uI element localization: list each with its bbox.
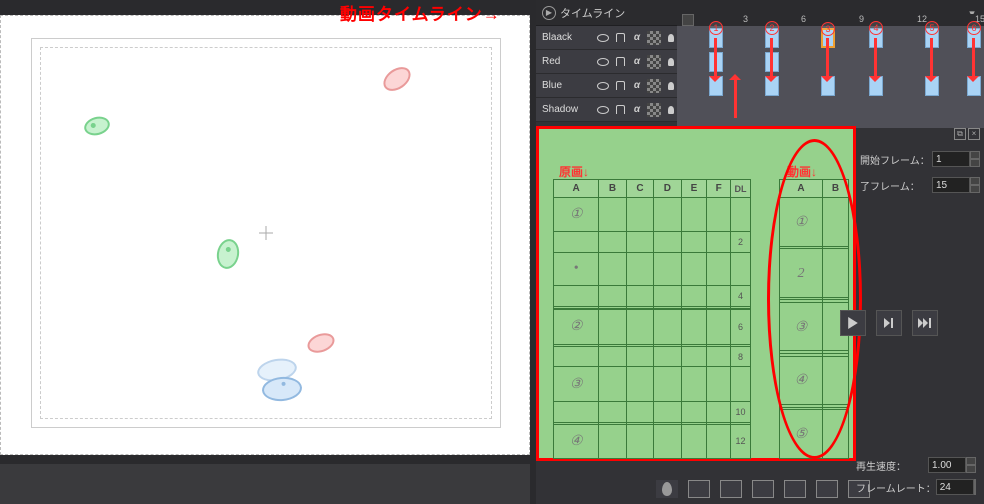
visibility-icon[interactable] xyxy=(596,79,610,93)
play-button[interactable] xyxy=(840,310,866,336)
visibility-icon[interactable] xyxy=(596,31,610,45)
checker-icon[interactable] xyxy=(647,55,661,69)
bottom-toolbar xyxy=(656,480,870,498)
annotation-ellipse xyxy=(767,139,862,459)
xsheet-header: D xyxy=(654,180,681,198)
timeline-tracks[interactable]: 1 2 3 4 5 6 xyxy=(677,26,984,128)
lightbulb-icon[interactable] xyxy=(664,79,678,93)
frame-rate-input[interactable] xyxy=(936,479,974,495)
visibility-icon[interactable] xyxy=(596,103,610,117)
key-number-badge: 2 xyxy=(765,21,779,35)
spinner-control[interactable] xyxy=(970,151,980,167)
checker-icon[interactable] xyxy=(647,31,661,45)
xsheet-cell: ① xyxy=(570,207,583,222)
toolbar-icon[interactable] xyxy=(816,480,838,498)
spinner-control[interactable] xyxy=(970,177,980,193)
right-panel: ▶ タイムライン ▾ 0 3 6 9 12 15 Blaack α ▯ Red … xyxy=(536,0,984,504)
layer-name: Shadow xyxy=(536,104,592,115)
canvas-center-crosshair xyxy=(259,226,273,240)
ruler-tick: 3 xyxy=(743,14,748,24)
spinner-control[interactable] xyxy=(966,457,976,473)
xsheet-cell: • xyxy=(574,261,579,276)
xsheet-frame-num: 12 xyxy=(731,424,751,458)
checker-icon[interactable] xyxy=(647,103,661,117)
play-speed-input[interactable] xyxy=(928,457,966,473)
onion-skin-icon[interactable] xyxy=(656,480,678,498)
alpha-icon[interactable]: α xyxy=(630,55,644,69)
xsheet-header: DL xyxy=(731,180,751,198)
close-icon[interactable]: × xyxy=(968,128,980,140)
ruler-tick: 12 xyxy=(917,14,927,24)
alpha-icon[interactable]: α xyxy=(630,31,644,45)
key-number-badge: 3 xyxy=(821,22,835,36)
layer-name: Blaack xyxy=(536,32,592,43)
timeline-icon: ▶ xyxy=(542,6,556,20)
start-frame-input[interactable] xyxy=(932,151,970,167)
xsheet-header: B xyxy=(599,180,626,198)
toolbar-icon[interactable] xyxy=(752,480,774,498)
xsheet-cell: ② xyxy=(570,319,583,334)
dock-icon[interactable]: ⧉ xyxy=(954,128,966,140)
frame-marker-start[interactable] xyxy=(682,14,694,26)
layer-name: Blue xyxy=(536,80,592,91)
xsheet-header: F xyxy=(707,180,731,198)
canvas-safe-frame xyxy=(31,38,501,428)
timeline-title: タイムライン xyxy=(560,5,625,21)
start-frame-label: 開始フレーム： xyxy=(860,152,932,167)
lightbulb-icon[interactable] xyxy=(664,31,678,45)
key-number-badge: 4 xyxy=(869,21,883,35)
xsheet-frame-num: 6 xyxy=(731,309,751,344)
key-number-badge: 1 xyxy=(709,21,723,35)
playback-controls xyxy=(840,310,938,336)
xsheet-frame-num: 10 xyxy=(731,401,751,422)
xsheet-overlay: 原画↓ 動画↓ A B C D E F DL ① 2 • 4 ②6 xyxy=(536,126,856,461)
layer-name: Red xyxy=(536,56,592,67)
last-frame-button[interactable] xyxy=(912,310,938,336)
toolbar-icon[interactable] xyxy=(784,480,806,498)
canvas-viewport[interactable] xyxy=(0,15,530,455)
lightbulb-icon[interactable] xyxy=(664,103,678,117)
ruler-tick: 6 xyxy=(801,14,806,24)
ruler-tick: 9 xyxy=(859,14,864,24)
xsheet-header: A xyxy=(554,180,599,198)
annotation-title: 動画タイムライン→ xyxy=(340,0,501,25)
checker-icon[interactable] xyxy=(647,79,661,93)
lightbulb-icon[interactable] xyxy=(664,55,678,69)
lock-icon[interactable] xyxy=(613,103,627,117)
frame-rate-label: フレームレート： xyxy=(856,480,936,495)
xsheet-cell: ③ xyxy=(570,377,583,392)
play-speed-label: 再生速度： xyxy=(856,458,928,473)
xsheet-cell: ④ xyxy=(570,434,583,449)
canvas-bottom-strip xyxy=(0,464,530,504)
xsheet-frame-num: 2 xyxy=(731,232,751,253)
lock-icon[interactable] xyxy=(613,31,627,45)
next-frame-button[interactable] xyxy=(876,310,902,336)
lock-icon[interactable] xyxy=(613,79,627,93)
alpha-icon[interactable]: α xyxy=(630,79,644,93)
toolbar-icon[interactable] xyxy=(720,480,742,498)
alpha-icon[interactable]: α xyxy=(630,103,644,117)
spinner-control[interactable] xyxy=(974,479,976,495)
lock-icon[interactable] xyxy=(613,55,627,69)
toolbar-icon[interactable] xyxy=(688,480,710,498)
end-frame-label: 了フレーム： xyxy=(860,178,932,193)
key-number-badge: 5 xyxy=(925,21,939,35)
playback-props-panel: 再生速度： フレームレート： xyxy=(852,454,980,498)
xsheet-frame-num: 8 xyxy=(731,346,751,367)
xsheet-frame-num: 4 xyxy=(731,285,751,306)
xsheet-header: E xyxy=(681,180,707,198)
end-frame-input[interactable] xyxy=(932,177,970,193)
xsheet-header: C xyxy=(626,180,653,198)
annotation-genga-label: 原画↓ xyxy=(559,163,589,180)
timeline-props-panel: ⧉ × 開始フレーム： 了フレーム： xyxy=(856,128,984,198)
key-number-badge: 6 xyxy=(967,21,981,35)
xsheet-genga-grid: A B C D E F DL ① 2 • 4 ② 6 8 ③ 10 xyxy=(553,179,751,459)
visibility-icon[interactable] xyxy=(596,55,610,69)
